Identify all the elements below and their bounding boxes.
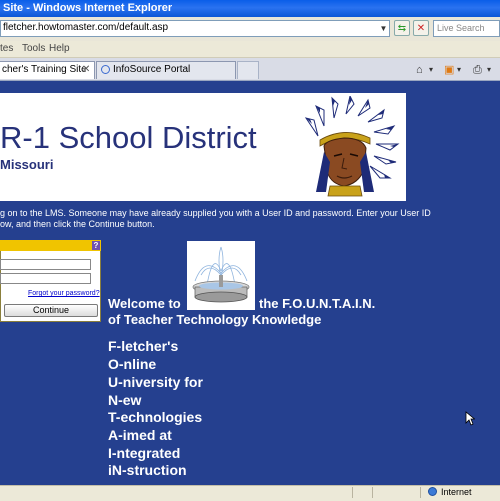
login-instructions-line1: g on to the LMS. Someone may have alread… xyxy=(0,208,431,218)
acronym-line: iN-struction xyxy=(108,462,187,478)
address-text: fletcher.howtomaster.com/default.asp xyxy=(3,22,169,33)
window-title: Site - Windows Internet Explorer xyxy=(3,2,173,14)
tab-label: InfoSource Portal xyxy=(113,64,191,75)
fountain-image xyxy=(187,241,255,310)
forgot-password-link[interactable]: Forgot your password? xyxy=(28,290,100,297)
search-placeholder: Live Search xyxy=(437,23,485,33)
menu-tools[interactable]: Tools xyxy=(22,42,45,56)
status-divider xyxy=(352,487,353,498)
acronym-line: F-letcher's xyxy=(108,338,179,354)
stop-icon[interactable]: ✕ xyxy=(413,20,429,36)
banner-subtitle: Missouri xyxy=(0,157,54,172)
tab-label: cher's Training Site xyxy=(2,64,87,75)
status-bar xyxy=(0,485,500,501)
acronym-line: A-imed at xyxy=(108,427,172,443)
acronym-line: O-nline xyxy=(108,356,157,372)
tab-infosource-portal[interactable]: InfoSource Portal xyxy=(96,61,236,79)
welcome-subtitle: of Teacher Technology Knowledge xyxy=(108,312,322,327)
password-field[interactable] xyxy=(0,273,91,284)
welcome-prefix: Welcome to xyxy=(108,296,181,311)
acronym-line: N-ew xyxy=(108,392,142,408)
status-divider xyxy=(420,487,421,498)
new-tab-button[interactable] xyxy=(237,61,259,79)
login-instructions-line2: ow, and then click the Continue button. xyxy=(0,219,155,229)
status-divider xyxy=(372,487,373,498)
print-icon[interactable]: ⎙ xyxy=(473,62,482,78)
menu-help[interactable]: Help xyxy=(49,42,70,56)
menu-bar xyxy=(0,41,500,58)
login-panel-header xyxy=(0,240,101,251)
help-icon[interactable]: ? xyxy=(92,241,100,250)
user-id-field[interactable] xyxy=(0,259,91,270)
acronym-line: I-ntegrated xyxy=(108,445,181,461)
banner-title: R-1 School District xyxy=(0,120,257,155)
tab-training-site[interactable]: cher's Training Site ✕ xyxy=(0,61,95,79)
welcome-suffix: the F.O.U.N.T.A.I.N. xyxy=(259,296,376,311)
acronym-line: T-echnologies xyxy=(108,409,203,425)
menu-favorites-partial[interactable]: tes xyxy=(0,42,13,56)
security-zone-label: Internet xyxy=(441,487,472,497)
compatibility-icon[interactable]: ⇆ xyxy=(394,20,410,36)
close-tab-icon[interactable]: ✕ xyxy=(82,62,90,78)
search-input[interactable]: Live Search xyxy=(433,20,500,37)
internet-zone-icon xyxy=(428,487,437,496)
home-dropdown-icon[interactable]: ▾ xyxy=(429,62,433,78)
window-titlebar[interactable]: Site - Windows Internet Explorer xyxy=(0,0,500,17)
mouse-cursor-icon xyxy=(465,411,475,426)
address-dropdown-icon[interactable]: ▼ xyxy=(378,23,389,34)
continue-button[interactable]: Continue xyxy=(4,304,98,317)
address-bar[interactable]: fletcher.howtomaster.com/default.asp ▼ xyxy=(0,20,390,37)
print-dropdown-icon[interactable]: ▾ xyxy=(487,62,491,78)
acronym-line: U-niversity for xyxy=(108,374,203,390)
chief-mascot-logo xyxy=(304,96,400,197)
feeds-dropdown-icon[interactable]: ▾ xyxy=(457,62,461,78)
home-icon[interactable]: ⌂ xyxy=(416,62,423,78)
feeds-icon[interactable]: ▣ xyxy=(444,62,454,78)
ie-page-icon xyxy=(101,65,110,74)
